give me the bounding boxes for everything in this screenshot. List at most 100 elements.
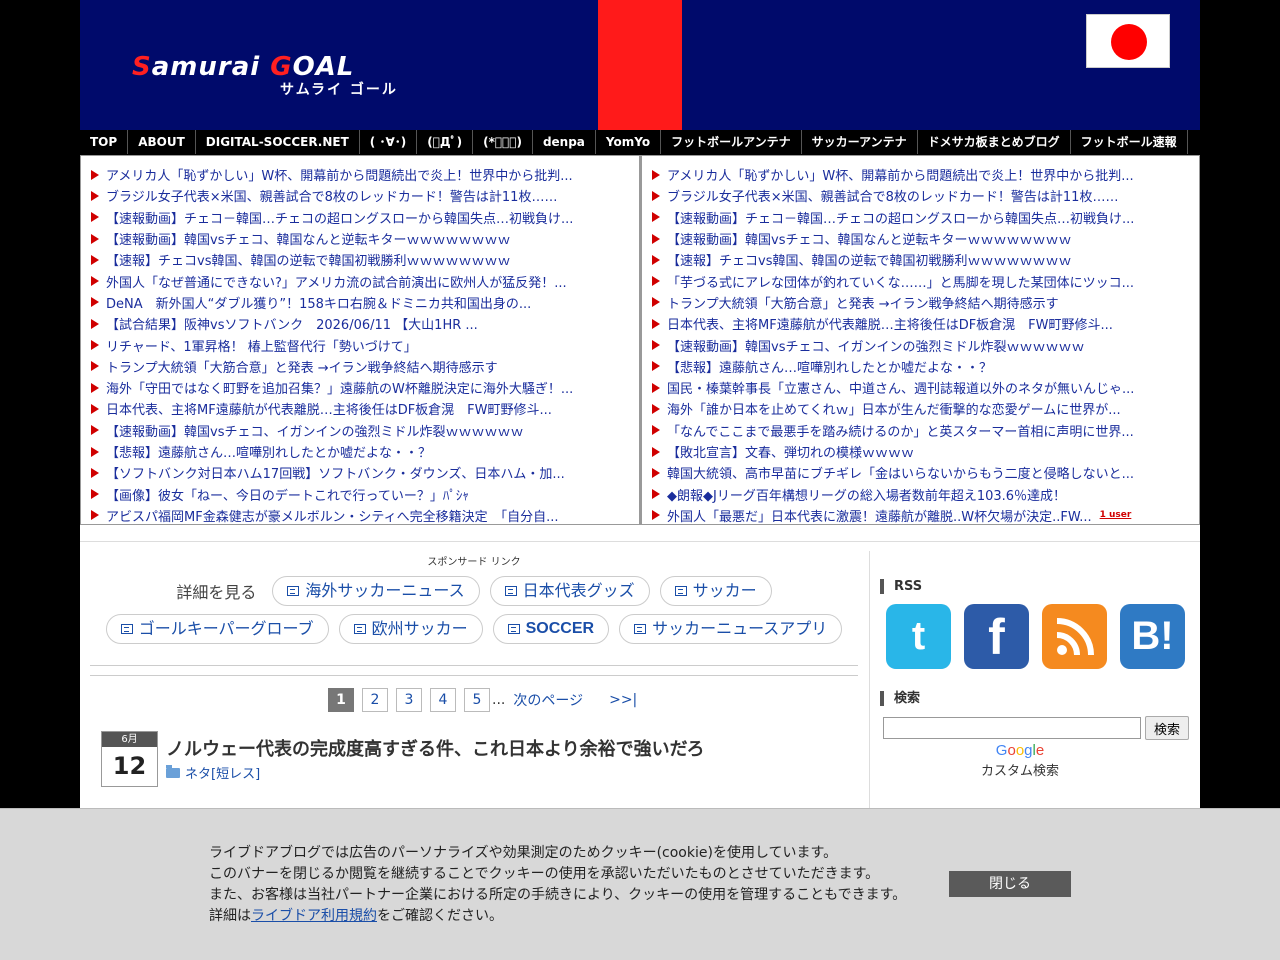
list-item[interactable]: ◆朗報◆Jリーグ百年構想リーグの総入場者数前年超え103.6％達成！ [642, 483, 1199, 504]
list-item[interactable]: アビスパ福岡MF金森健志が豪メルボルン・シティへ完全移籍決定 「自分自... [81, 505, 639, 524]
nav-item-football-sokuho[interactable]: フットボール速報 [1071, 130, 1188, 154]
facebook-icon[interactable]: f [964, 604, 1029, 669]
nav-item-football-antenna[interactable]: フットボールアンテナ [661, 130, 802, 154]
ad-chip[interactable]: 欧州サッカー [338, 614, 483, 644]
list-item-link[interactable]: ブラジル女子代表×米国、親善試合で8枚のレッドカード！警告は計11枚…… [667, 186, 1118, 205]
search-input[interactable] [883, 717, 1141, 739]
list-item[interactable]: DeNA 新外国人“ダブル獲り”！158キロ右腕＆ドミニカ共和国出身の... [81, 292, 639, 313]
rss-icon[interactable] [1042, 604, 1107, 669]
list-item-link[interactable]: 【速報動画】韓国vsチェコ、韓国なんと逆転キターｗｗｗｗｗｗｗｗ [667, 229, 1071, 248]
list-item-link[interactable]: 日本代表、主将MF遠藤航が代表離脱…主将後任はDF板倉滉 FW町野修斗... [106, 399, 552, 418]
list-item[interactable]: トランプ大統領「大筋合意」と発表 →イラン戦争終結へ期待感示す [81, 356, 639, 377]
list-item-link[interactable]: 「芋づる式にアレな団体が釣れていくな……」と馬脚を現した某団体にツッコ... [667, 272, 1134, 291]
page-link[interactable]: 5 [464, 688, 490, 712]
list-item[interactable]: 【速報動画】韓国vsチェコ、イガンインの強烈ミドル炸裂ｗｗｗｗｗｗ [81, 420, 639, 441]
list-item-link[interactable]: 国民・榛葉幹事長「立憲さん、中道さん、週刊誌報道以外のネタが無いんじゃ... [667, 378, 1134, 397]
list-item[interactable]: ブラジル女子代表×米国、親善試合で8枚のレッドカード！警告は計11枚…… [81, 185, 639, 206]
list-item-link[interactable]: 【速報動画】韓国vsチェコ、韓国なんと逆転キターｗｗｗｗｗｗｗｗ [106, 229, 510, 248]
hatena-bookmark-icon[interactable]: B! [1120, 604, 1185, 669]
ad-chip[interactable]: サッカー [659, 576, 772, 606]
list-item-link[interactable]: トランプ大統領「大筋合意」と発表 →イラン戦争終結へ期待感示す [667, 293, 1059, 312]
list-item[interactable]: 【速報動画】チェコ－韓国…チェコの超ロングスローから韓国失点…初戦負け... [81, 207, 639, 228]
list-item-link[interactable]: 【速報動画】チェコ－韓国…チェコの超ロングスローから韓国失点…初戦負け... [667, 208, 1134, 227]
article-category[interactable]: ネタ[短レス] [166, 763, 260, 782]
nav-item-yomyo[interactable]: YomYo [596, 130, 662, 154]
list-item[interactable]: 【速報動画】韓国vsチェコ、イガンインの強烈ミドル炸裂ｗｗｗｗｗｗ [642, 334, 1199, 355]
page-link[interactable]: 2 [362, 688, 388, 712]
next-page-link[interactable]: 次のページ [513, 690, 583, 710]
list-item-link[interactable]: 海外「誰か日本を止めてくれｗ」日本が生んだ衝撃的な恋愛ゲームに世界が... [667, 399, 1121, 418]
list-item-link[interactable]: 【敗北宣言】文春、弾切れの模様ｗｗｗｗ [667, 442, 914, 461]
list-item-link[interactable]: アメリカ人「恥ずかしい」W杯、開幕前から問題続出で炎上！世界中から批判... [106, 165, 573, 184]
ad-chip[interactable]: サッカーニュースアプリ [619, 614, 843, 644]
nav-item-denpa[interactable]: denpa [533, 130, 596, 154]
list-item[interactable]: 【悲報】遠藤航さん…喧嘩別れしたとか嘘だよな・・？ [81, 441, 639, 462]
list-item-link[interactable]: トランプ大統領「大筋合意」と発表 →イラン戦争終結へ期待感示す [106, 357, 498, 376]
list-item-link[interactable]: 【ソフトバンク対日本ハム17回戦】ソフトバンク・ダウンズ、日本ハム・加... [106, 463, 565, 482]
list-item[interactable]: 【敗北宣言】文春、弾切れの模様ｗｗｗｗ [642, 441, 1199, 462]
list-item-link[interactable]: ◆朗報◆Jリーグ百年構想リーグの総入場者数前年超え103.6％達成！ [667, 485, 1066, 504]
list-item[interactable]: ブラジル女子代表×米国、親善試合で8枚のレッドカード！警告は計11枚…… [642, 185, 1199, 206]
article-title[interactable]: ノルウェー代表の完成度高すぎる件、これ日本より余裕で強いだろ [166, 735, 705, 761]
page-link[interactable]: 3 [396, 688, 422, 712]
list-item[interactable]: 【速報】チェコvs韓国、韓国の逆転で韓国初戦勝利ｗｗｗｗｗｗｗｗ [81, 249, 639, 270]
list-item[interactable]: 【ソフトバンク対日本ハム17回戦】ソフトバンク・ダウンズ、日本ハム・加... [81, 462, 639, 483]
list-item-link[interactable]: 外国人「最悪だ」日本代表に激震！遠藤航が離脱..W杯欠場が決定..FW... [667, 506, 1092, 524]
list-item[interactable]: 「芋づる式にアレな団体が釣れていくな……」と馬脚を現した某団体にツッコ... [642, 270, 1199, 291]
list-item-link[interactable]: 【悲報】遠藤航さん…喧嘩別れしたとか嘘だよな・・？ [106, 442, 431, 461]
ad-chip[interactable]: 日本代表グッズ [489, 576, 650, 606]
list-item[interactable]: トランプ大統領「大筋合意」と発表 →イラン戦争終結へ期待感示す [642, 292, 1199, 313]
list-item[interactable]: 【速報動画】韓国vsチェコ、韓国なんと逆転キターｗｗｗｗｗｗｗｗ [81, 228, 639, 249]
list-item-link[interactable]: 【速報】チェコvs韓国、韓国の逆転で韓国初戦勝利ｗｗｗｗｗｗｗｗ [106, 250, 510, 269]
list-item-link[interactable]: 【速報動画】韓国vsチェコ、イガンインの強烈ミドル炸裂ｗｗｗｗｗｗ [106, 421, 523, 440]
list-item-link[interactable]: 【速報】チェコvs韓国、韓国の逆転で韓国初戦勝利ｗｗｗｗｗｗｗｗ [667, 250, 1071, 269]
nav-item-kaomoji-2[interactable]: (ﾟДﾟ) [417, 130, 474, 154]
list-item-link[interactable]: アビスパ福岡MF金森健志が豪メルボルン・シティへ完全移籍決定 「自分自... [106, 506, 559, 524]
list-item[interactable]: 国民・榛葉幹事長「立憲さん、中道さん、週刊誌報道以外のネタが無いんじゃ... [642, 377, 1199, 398]
ad-chip[interactable]: ゴールキーパーグローブ [105, 614, 329, 644]
list-item[interactable]: 【画像】彼女「ねー、今日のデートこれで行っていー？」ﾊﾟｼｬ [81, 483, 639, 504]
nav-item-kaomoji-3[interactable]: (*ﾟｰﾟ) [473, 130, 533, 154]
list-item-link[interactable]: アメリカ人「恥ずかしい」W杯、開幕前から問題続出で炎上！世界中から批判... [667, 165, 1134, 184]
list-item[interactable]: 外国人「なぜ普通にできない?」アメリカ流の試合前演出に欧州人が猛反発！... [81, 270, 639, 291]
nav-item-top[interactable]: TOP [80, 130, 129, 154]
list-item-link[interactable]: 韓国大統領、高市早苗にブチギレ「金はいらないからもう二度と侵略しないと... [667, 463, 1134, 482]
list-item-link[interactable]: 【速報動画】チェコ－韓国…チェコの超ロングスローから韓国失点…初戦負け... [106, 208, 573, 227]
terms-link[interactable]: ライブドア利用規約 [251, 908, 377, 924]
search-button[interactable]: 検索 [1145, 716, 1190, 740]
last-page-link[interactable]: >>| [609, 692, 637, 708]
list-item[interactable]: 「なんでここまで最悪手を踏み続けるのか」と英スターマー首相に声明に世界... [642, 420, 1199, 441]
nav-item-about[interactable]: ABOUT [128, 130, 196, 154]
twitter-icon[interactable]: t [886, 604, 951, 669]
ad-chip[interactable]: SOCCER [492, 614, 610, 644]
list-item-link[interactable]: ブラジル女子代表×米国、親善試合で8枚のレッドカード！警告は計11枚…… [106, 186, 557, 205]
ad-chip[interactable]: 海外サッカーニュース [272, 576, 480, 606]
site-logo[interactable]: Samurai GOAL サムライ ゴール [132, 52, 398, 98]
nav-item-soccer-antenna[interactable]: サッカーアンテナ [802, 130, 918, 154]
user-count-badge[interactable]: 1 user [1100, 510, 1132, 520]
nav-item-kaomoji-1[interactable]: ( ･∀･) [360, 130, 418, 154]
list-item-link[interactable]: 【悲報】遠藤航さん…喧嘩別れしたとか嘘だよな・・？ [667, 357, 992, 376]
list-item-link[interactable]: 【試合結果】阪神vsソフトバンク 2026/06/11 【大山1HR ... [106, 314, 478, 333]
cookie-close-button[interactable]: 閉じる [949, 871, 1071, 897]
list-item-link[interactable]: 海外「守田ではなく町野を追加召集？」遠藤航のW杯離脱決定に海外大騒ぎ！... [106, 378, 573, 397]
list-item[interactable]: 日本代表、主将MF遠藤航が代表離脱…主将後任はDF板倉滉 FW町野修斗... [81, 398, 639, 419]
list-item-link[interactable]: 日本代表、主将MF遠藤航が代表離脱…主将後任はDF板倉滉 FW町野修斗... [667, 314, 1113, 333]
nav-item-digital-soccer[interactable]: DIGITAL-SOCCER.NET [196, 130, 360, 154]
list-item-link[interactable]: 「なんでここまで最悪手を踏み続けるのか」と英スターマー首相に声明に世界... [667, 421, 1134, 440]
list-item-link[interactable]: 【画像】彼女「ねー、今日のデートこれで行っていー？」ﾊﾟｼｬ [106, 485, 469, 504]
list-item[interactable]: 【試合結果】阪神vsソフトバンク 2026/06/11 【大山1HR ... [81, 313, 639, 334]
list-item[interactable]: リチャード、1軍昇格！ 椿上監督代行「勢いづけて」 [81, 334, 639, 355]
list-item[interactable]: 【悲報】遠藤航さん…喧嘩別れしたとか嘘だよな・・？ [642, 356, 1199, 377]
list-item[interactable]: 【速報動画】韓国vsチェコ、韓国なんと逆転キターｗｗｗｗｗｗｗｗ [642, 228, 1199, 249]
nav-item-domesaka[interactable]: ドメサカ板まとめブログ [918, 130, 1071, 154]
list-item[interactable]: アメリカ人「恥ずかしい」W杯、開幕前から問題続出で炎上！世界中から批判... [81, 164, 639, 185]
list-item[interactable]: 韓国大統領、高市早苗にブチギレ「金はいらないからもう二度と侵略しないと... [642, 462, 1199, 483]
list-item-link[interactable]: DeNA 新外国人“ダブル獲り”！158キロ右腕＆ドミニカ共和国出身の... [106, 293, 531, 312]
list-item[interactable]: 【速報動画】チェコ－韓国…チェコの超ロングスローから韓国失点…初戦負け... [642, 207, 1199, 228]
list-item-link[interactable]: 【速報動画】韓国vsチェコ、イガンインの強烈ミドル炸裂ｗｗｗｗｗｗ [667, 336, 1084, 355]
list-item[interactable]: 日本代表、主将MF遠藤航が代表離脱…主将後任はDF板倉滉 FW町野修斗... [642, 313, 1199, 334]
list-item[interactable]: 外国人「最悪だ」日本代表に激震！遠藤航が離脱..W杯欠場が決定..FW... 1 … [642, 505, 1199, 524]
list-item[interactable]: アメリカ人「恥ずかしい」W杯、開幕前から問題続出で炎上！世界中から批判... [642, 164, 1199, 185]
list-item-link[interactable]: リチャード、1軍昇格！ 椿上監督代行「勢いづけて」 [106, 336, 417, 355]
